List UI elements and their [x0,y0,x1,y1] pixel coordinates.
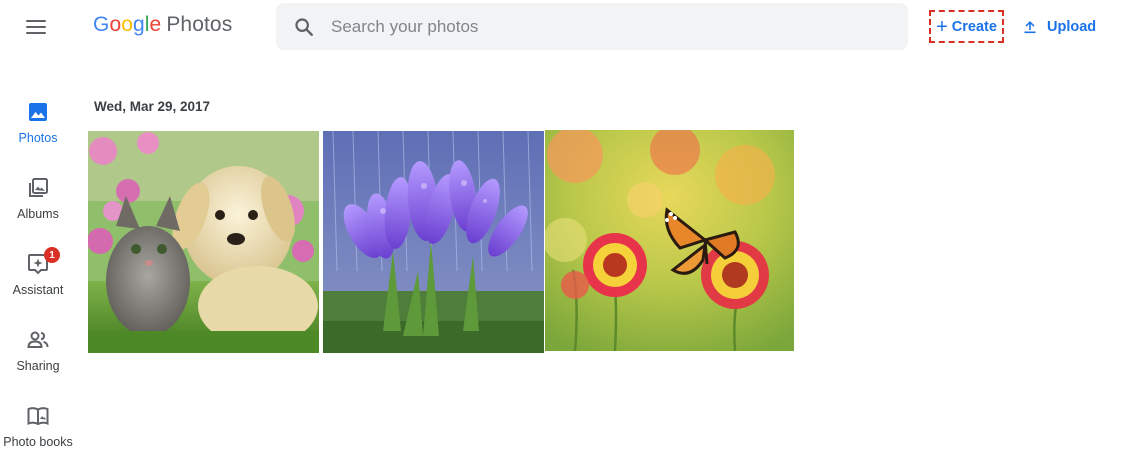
sidebar-item-photo-books[interactable]: Photo books [0,398,76,458]
logo-product-name: Photos [166,13,233,36]
sidebar-item-label: Photos [18,131,58,145]
logo-letter: o [109,13,122,36]
logo-letter: e [149,13,162,36]
sidebar-item-label: Assistant [12,283,64,297]
photo-thumbnail-butterfly[interactable] [545,130,794,351]
crocus-image [323,131,544,353]
search-icon[interactable] [293,16,315,38]
sidebar-item-sharing[interactable]: Sharing [0,322,76,382]
sidebar-item-label: Albums [17,207,59,221]
menu-button[interactable] [22,16,50,38]
sidebar-item-albums[interactable]: Albums [0,170,76,230]
plus-icon: + [936,15,948,38]
upload-button[interactable]: Upload [1022,14,1096,40]
menu-icon-bar [26,26,46,28]
photo-books-icon [27,407,49,426]
google-photos-logo[interactable]: Google Photos [93,13,232,37]
albums-icon [29,178,48,197]
logo-letter: o [121,13,133,36]
logo-letter: g [133,13,145,36]
menu-icon-bar [26,32,46,34]
sharing-icon [27,331,49,348]
assistant-icon-wrap: 1 [26,247,60,276]
create-label: Create [951,18,997,35]
sidebar-item-label: Photo books [3,435,73,449]
puppy-kitten-image [88,131,319,353]
create-button[interactable]: + Create [929,10,1004,43]
sidebar-item-assistant[interactable]: 1 Assistant [0,246,76,306]
menu-icon-bar [26,20,46,22]
logo-letter: G [93,13,110,36]
photo-thumbnail-crocus[interactable] [323,131,544,353]
date-group-header: Wed, Mar 29, 2017 [94,99,211,114]
notification-badge: 1 [44,247,60,263]
upload-label: Upload [1047,19,1097,35]
sidebar-item-label: Sharing [16,359,60,373]
butterfly-image [545,130,794,351]
search-bar[interactable]: Search your photos [276,3,908,50]
search-input[interactable]: Search your photos [331,17,478,37]
photo-thumbnail-puppy-kitten[interactable] [88,131,319,353]
sidebar-item-photos[interactable]: Photos [0,94,76,154]
photos-icon [29,103,47,121]
upload-icon [1024,21,1036,34]
